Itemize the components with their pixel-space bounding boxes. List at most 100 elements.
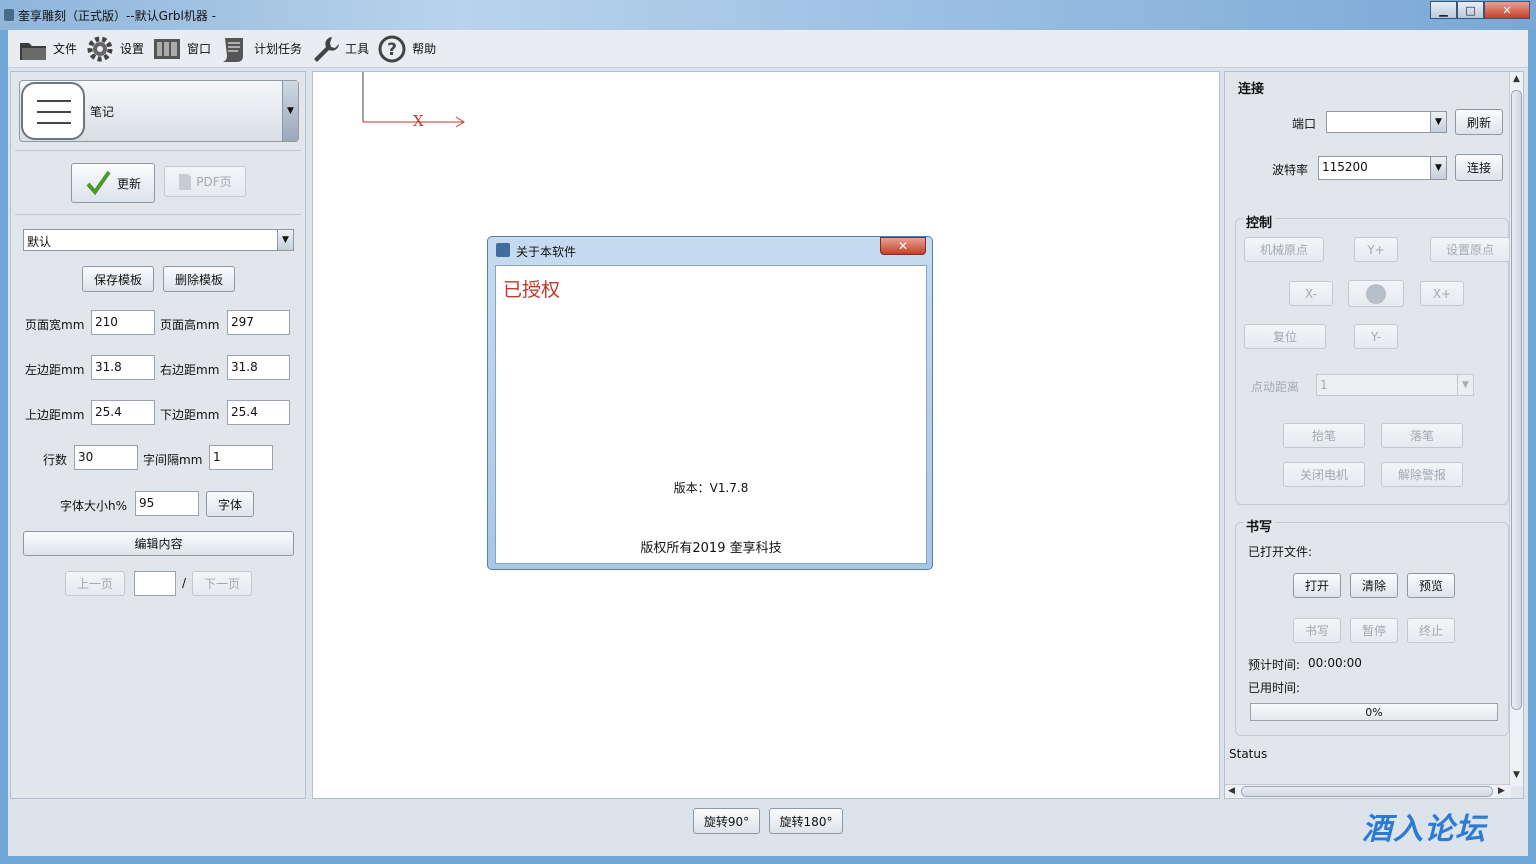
right-margin-label: 右边距mm [160,363,220,377]
copyright-text: 版权所有2019 奎享科技 [640,541,782,556]
scroll-icon [223,37,244,62]
stop-button[interactable]: 终止 [1407,618,1455,643]
edit-content-button[interactable]: 编辑内容 [23,531,294,556]
x-plus-button[interactable]: X+ [1420,281,1464,306]
write-section-title: 书写 [1243,516,1276,535]
page-width-field[interactable]: 210 [91,310,155,335]
menu-settings[interactable]: 设置 [85,34,144,64]
delete-template-button[interactable]: 删除模板 [163,266,235,292]
x-minus-button[interactable]: X- [1289,281,1333,306]
opened-file-label: 已打开文件: [1248,545,1313,559]
note-selector[interactable]: 笔记 ▼ [19,80,299,142]
template-value: 默认 [27,235,52,249]
page-width-label: 页面宽mm [25,318,85,332]
font-size-field[interactable]: 95 [135,491,199,516]
save-template-button[interactable]: 保存模板 [82,266,154,292]
menu-help[interactable]: ? 帮助 [377,34,436,64]
scroll-thumb[interactable] [1511,90,1522,710]
menu-schedule-label: 计划任务 [254,42,303,56]
horizontal-scrollbar[interactable]: ◀ ▶ [1225,784,1511,798]
preview-button[interactable]: 预览 [1407,573,1455,598]
write-button[interactable]: 书写 [1293,618,1341,643]
jog-distance-value: 1 [1320,378,1328,392]
dialog-title: 关于本软件 [516,245,577,259]
rotate-180-button[interactable]: 旋转180° [769,808,843,834]
top-margin-field[interactable]: 25.4 [91,400,155,425]
y-plus-button[interactable]: Y+ [1354,237,1398,262]
menu-schedule[interactable]: 计划任务 [219,34,302,64]
update-button[interactable]: 更新 [71,163,155,203]
char-spacing-label: 字间隔mm [143,453,203,467]
menu-window[interactable]: 窗口 [152,36,211,62]
right-margin-field[interactable]: 31.8 [227,355,290,380]
rows-field[interactable]: 30 [74,445,138,470]
folder-icon [20,42,46,60]
close-button[interactable]: ✕ [1484,1,1530,19]
control-section-title: 控制 [1243,212,1276,231]
top-margin-label: 上边距mm [25,408,85,422]
maximize-button[interactable]: □ [1457,1,1484,19]
font-size-label: 字体大小h% [60,499,128,513]
scroll-down-icon[interactable]: ▼ [1513,770,1520,780]
scroll-up-icon[interactable]: ▲ [1513,74,1520,84]
about-dialog: 关于本软件 ✕ 已授权 版本：V1.7.8 版权所有2019 奎享科技 [487,236,933,570]
estimated-time-label: 预计时间: [1248,658,1301,672]
rotate-90-button[interactable]: 旋转90° [693,808,760,834]
next-page-button[interactable]: 下一页 [192,571,252,596]
refresh-button[interactable]: 刷新 [1455,109,1503,135]
connect-button[interactable]: 连接 [1455,154,1503,181]
pause-button[interactable]: 暂停 [1350,618,1398,643]
char-spacing-field[interactable]: 1 [209,445,273,470]
machine-home-button[interactable]: 机械原点 [1244,237,1324,262]
scroll-right-icon[interactable]: ▶ [1498,786,1505,796]
chevron-down-icon[interactable]: ▼ [282,81,298,141]
scroll-thumb[interactable] [1241,786,1493,797]
app-icon [4,9,14,21]
prev-page-button[interactable]: 上一页 [65,571,125,596]
pen-down-button[interactable]: 落笔 [1381,423,1463,448]
estimated-time-value: 00:00:00 [1308,656,1362,670]
menu-window-label: 窗口 [187,42,212,56]
pdf-icon [179,173,192,190]
page-number-field[interactable] [134,571,176,596]
left-margin-field[interactable]: 31.8 [91,355,155,380]
menu-file[interactable]: 文件 [18,35,77,63]
version-text: 版本：V1.7.8 [673,481,749,495]
set-origin-button[interactable]: 设置原点 [1430,237,1510,262]
minimize-button[interactable]: ▁ [1430,1,1457,19]
checkmark-icon [86,170,111,196]
font-button[interactable]: 字体 [206,491,254,517]
wrench-icon [314,36,340,62]
home-center-button[interactable] [1348,280,1404,307]
bottom-margin-field[interactable]: 25.4 [227,400,290,425]
jog-distance-select[interactable]: 1 ▼ [1316,374,1474,396]
menu-bar: 文件 设置 窗口 计划任务 工具 ? 帮助 [8,30,1528,68]
progress-text: 0% [1365,705,1383,719]
scroll-left-icon[interactable]: ◀ [1228,786,1235,796]
menu-tools[interactable]: 工具 [310,34,369,64]
menu-icon [21,82,85,140]
motor-off-button[interactable]: 关闭电机 [1283,462,1365,487]
dialog-close-button[interactable]: ✕ [880,237,926,255]
window-title: 奎享雕刻（正式版）--默认Grbl机器 - [18,9,216,23]
svg-text:?: ? [387,40,397,60]
template-select[interactable]: 默认 ▼ [23,229,294,251]
page-height-field[interactable]: 297 [227,310,290,335]
status-text: Status [1229,747,1268,761]
y-minus-button[interactable]: Y- [1354,324,1398,349]
clear-button[interactable]: 清除 [1350,573,1398,598]
port-label: 端口 [1292,117,1317,131]
note-label: 笔记 [90,105,115,119]
pen-up-button[interactable]: 抬笔 [1283,423,1365,448]
baud-select[interactable]: 115200 ▼ [1318,156,1447,180]
clear-alarm-button[interactable]: 解除警报 [1381,462,1463,487]
page-separator: / [182,576,187,590]
reset-button[interactable]: 复位 [1244,324,1326,349]
bottom-margin-label: 下边距mm [160,408,220,422]
pdf-page-button[interactable]: PDF页 [164,166,246,197]
open-button[interactable]: 打开 [1293,573,1341,598]
chevron-down-icon: ▼ [1457,375,1473,395]
port-select[interactable]: ▼ [1326,111,1447,133]
update-label: 更新 [116,176,141,191]
vertical-scrollbar[interactable]: ▲ ▼ [1509,72,1523,786]
